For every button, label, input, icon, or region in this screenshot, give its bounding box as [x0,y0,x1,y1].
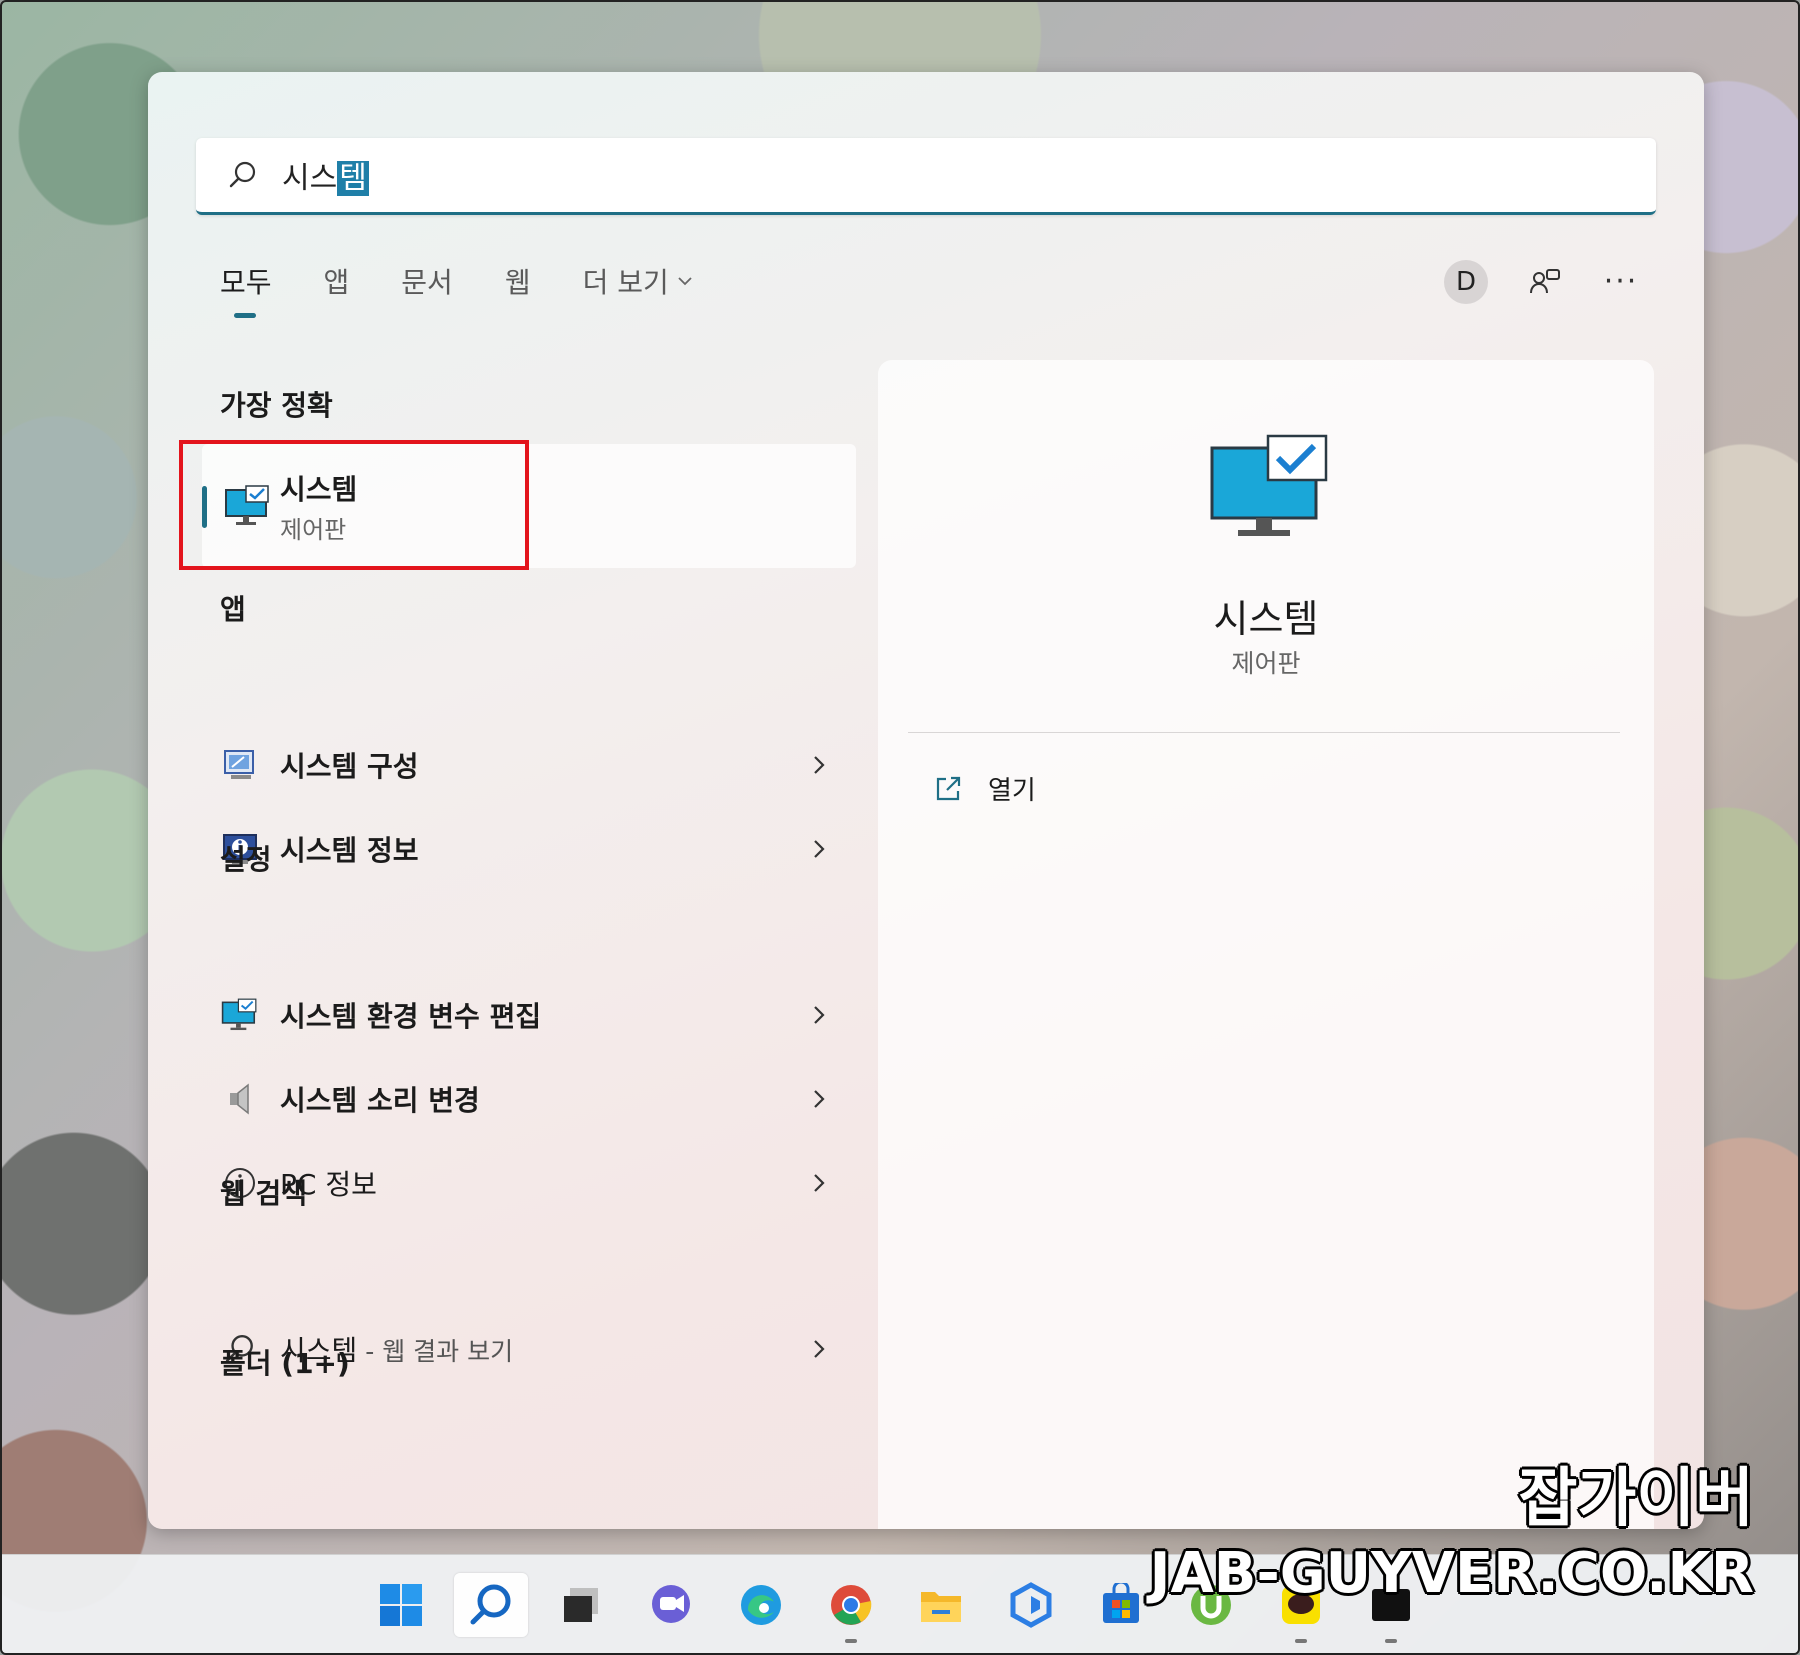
monitor-check-icon [221,998,257,1031]
chat-button[interactable] [634,1573,708,1637]
monitor-check-icon [1210,434,1328,536]
setting-result-sound[interactable]: 시스템 소리 변경 [202,1064,856,1134]
preview-subtitle: 제어판 [1231,649,1301,678]
more-options-button[interactable]: ··· [1602,263,1640,301]
chevron-right-icon [814,840,825,858]
watermark-korean: 잡가이버 [1518,1462,1754,1536]
chevron-right-icon [814,1090,825,1108]
section-settings: 설정 [220,843,272,876]
chrome-button[interactable] [814,1573,888,1643]
running-indicator [1385,1639,1397,1643]
task-view-button[interactable] [544,1573,618,1637]
task-view-icon [564,1588,598,1622]
search-panel: 시스템 모두 앱 문서 웹 더 보기 D ··· 가장 정확 시스템 제어판 앱… [148,72,1704,1529]
chevron-right-icon [814,1340,825,1358]
msconfig-icon [224,750,254,779]
section-web-search: 웹 검색 [220,1177,308,1210]
divider [908,732,1620,733]
app-button[interactable] [994,1573,1068,1637]
chat-icon [652,1585,690,1623]
open-external-icon [936,776,961,800]
store-icon [1103,1583,1139,1623]
chevron-right-icon [814,756,825,774]
file-explorer-icon [921,1592,961,1622]
search-icon [470,1584,511,1625]
file-explorer-button[interactable] [904,1573,978,1637]
result-label: 시스템 소리 변경 [280,1084,480,1117]
result-label: 시스템 환경 변수 편집 [280,1000,542,1033]
start-button[interactable] [364,1573,438,1637]
store-button[interactable] [1084,1573,1158,1637]
search-button[interactable] [454,1573,528,1637]
search-query[interactable]: 시스템 [282,153,369,197]
setting-result-env-vars[interactable]: 시스템 환경 변수 편집 [202,980,856,1050]
tab-more[interactable]: 더 보기 [583,258,693,318]
preview-pane: 시스템 제어판 열기 [878,360,1654,1529]
result-label: 시스템 정보 [280,834,419,867]
tab-web[interactable]: 웹 [505,258,531,318]
chevron-right-icon [814,1174,825,1192]
section-apps: 앱 [220,593,246,626]
filter-tabs: 모두 앱 문서 웹 더 보기 [220,258,745,318]
app-result-msconfig[interactable]: 시스템 구성 [202,730,856,800]
result-label: 시스템 구성 [280,750,419,783]
people-icon [1530,269,1560,294]
edge-button[interactable] [724,1573,798,1637]
share-people-button[interactable] [1526,263,1564,301]
app-result-system-info[interactable]: 시스템 정보 [202,814,856,884]
search-query-selection: 템 [337,161,369,196]
highlight-box [179,440,529,570]
running-indicator [1295,1639,1307,1643]
app-icon [1010,1582,1052,1628]
open-label: 열기 [988,776,1036,806]
watermark: 잡가이버 JAB-GUYVER.CO.KR [1150,1464,1754,1607]
tab-apps[interactable]: 앱 [324,258,350,318]
open-action[interactable]: 열기 [932,770,1036,807]
preview-title: 시스템 [1213,597,1319,641]
chevron-right-icon [814,1006,825,1024]
chevron-down-icon [678,277,692,286]
chrome-icon [831,1585,872,1625]
desktop: 시스템 모두 앱 문서 웹 더 보기 D ··· 가장 정확 시스템 제어판 앱… [0,0,1800,1655]
search-icon [229,161,256,188]
watermark-url: JAB-GUYVER.CO.KR [1149,1541,1754,1607]
edge-icon [741,1585,781,1625]
running-indicator [845,1639,857,1643]
search-input[interactable]: 시스템 [196,138,1656,215]
start-icon [380,1584,422,1626]
section-best-match: 가장 정확 [220,389,333,422]
web-suffix: - 웹 결과 보기 [357,1337,514,1366]
tab-documents[interactable]: 문서 [401,258,453,318]
tab-all[interactable]: 모두 [220,258,272,318]
speaker-icon [230,1083,249,1115]
top-right-actions: D ··· [1444,260,1640,304]
section-folders[interactable]: 폴더 (1+) [220,1342,350,1382]
account-avatar[interactable]: D [1444,260,1488,304]
